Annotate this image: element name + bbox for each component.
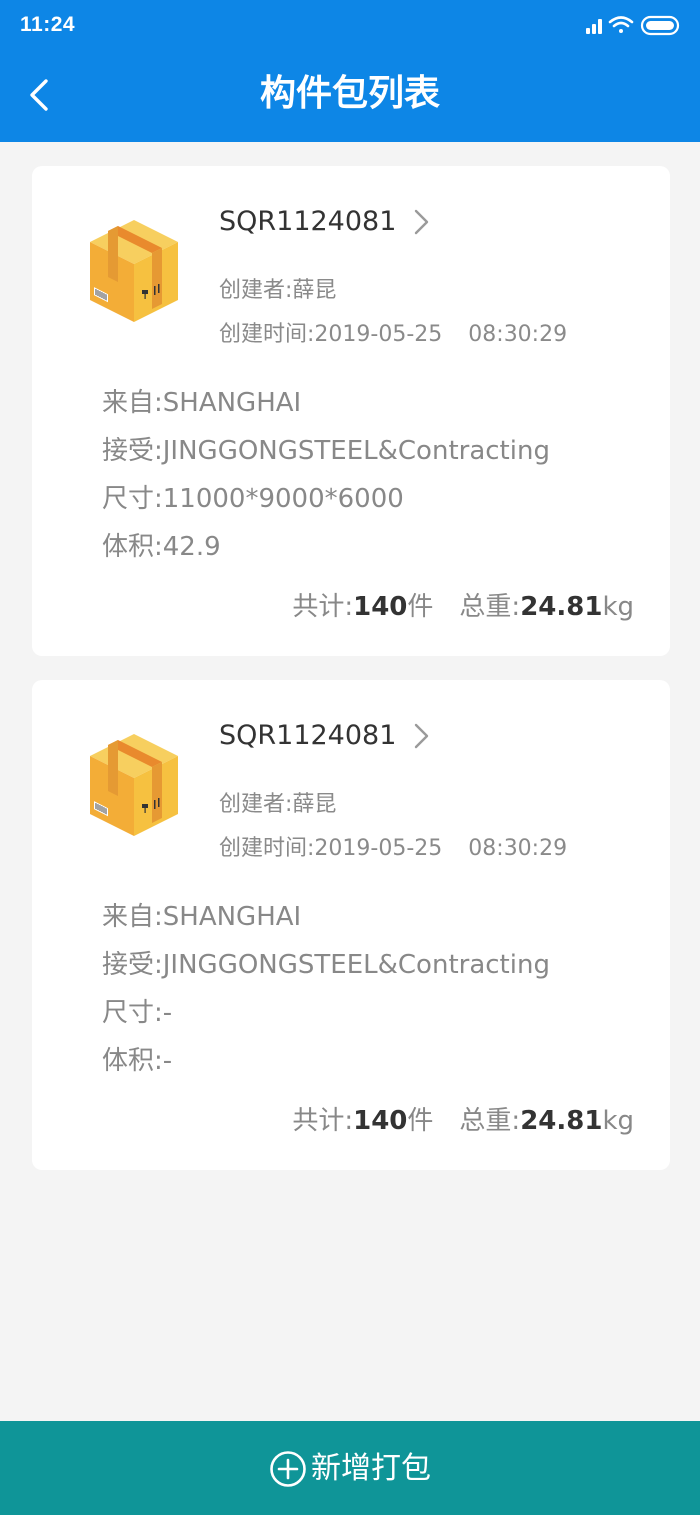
dimensions: 尺寸:- — [102, 998, 173, 1028]
created-time: 创建时间:2019-05-25 08:30:29 — [219, 316, 567, 348]
package-id-link[interactable]: SQR1124081 — [219, 202, 430, 242]
created-time-label: 创建时间: — [219, 322, 315, 347]
package-id-link[interactable]: SQR1124081 — [219, 716, 430, 756]
creator: 创建者:薛昆 — [219, 278, 337, 303]
status-icons — [586, 14, 682, 38]
status-bar: 11:24 — [0, 0, 700, 52]
total-label: 共计: — [292, 1106, 354, 1136]
package-box-icon — [90, 220, 178, 322]
package-id: SQR1124081 — [219, 720, 397, 751]
battery-icon — [640, 15, 680, 36]
created-date: 2019-05-25 — [314, 836, 443, 861]
add-package-button-content: 新增打包 — [0, 1421, 700, 1515]
package-card[interactable]: SQR1124081 创建者:薛昆 创建时间:2019-05-25 08:30:2… — [32, 680, 670, 1170]
signal-icon — [586, 19, 602, 34]
origin: 来自:SHANGHAI — [102, 388, 302, 418]
package-id: SQR1124081 — [219, 206, 397, 237]
creator: 创建者:薛昆 — [219, 792, 337, 817]
wifi-icon — [608, 16, 634, 33]
created-clock: 08:30:29 — [468, 322, 568, 347]
created-time-label: 创建时间: — [219, 836, 315, 861]
total-unit: 件 — [407, 1106, 434, 1136]
weight-label: 总重: — [459, 592, 521, 622]
total-unit: 件 — [407, 592, 434, 622]
origin: 来自:SHANGHAI — [102, 902, 302, 932]
total-count: 140 — [353, 1106, 408, 1136]
weight-value: 24.81 — [520, 592, 603, 622]
package-summary: 共计:140件 总重:24.81kg — [292, 1100, 634, 1137]
total-label: 共计: — [292, 592, 354, 622]
weight-value: 24.81 — [520, 1106, 603, 1136]
dimensions: 尺寸:11000*9000*6000 — [102, 484, 404, 514]
package-card[interactable]: SQR1124081 创建者:薛昆 创建时间:2019-05-25 08:30:2… — [32, 166, 670, 656]
package-box-icon — [90, 734, 178, 836]
receiver: 接受:JINGGONGSTEEL&Contracting — [102, 950, 550, 980]
chevron-right-icon — [414, 209, 428, 235]
created-clock: 08:30:29 — [468, 836, 568, 861]
chevron-right-icon — [414, 723, 428, 749]
created-date: 2019-05-25 — [314, 322, 443, 347]
weight-label: 总重: — [459, 1106, 521, 1136]
volume: 体积:42.9 — [102, 532, 221, 562]
weight-unit: kg — [602, 592, 634, 622]
nav-bar: 构件包列表 — [0, 52, 700, 142]
add-package-label: 新增打包 — [311, 1450, 431, 1486]
status-time: 11:24 — [20, 13, 76, 36]
plus-circle-icon — [270, 1450, 306, 1487]
add-package-button[interactable]: 新增打包 — [0, 1421, 700, 1515]
weight-unit: kg — [602, 1106, 634, 1136]
volume: 体积:- — [102, 1046, 173, 1076]
receiver: 接受:JINGGONGSTEEL&Contracting — [102, 436, 550, 466]
page-title: 构件包列表 — [259, 73, 440, 114]
created-time: 创建时间:2019-05-25 08:30:29 — [219, 830, 567, 862]
total-count: 140 — [353, 592, 408, 622]
package-summary: 共计:140件 总重:24.81kg — [292, 586, 634, 623]
